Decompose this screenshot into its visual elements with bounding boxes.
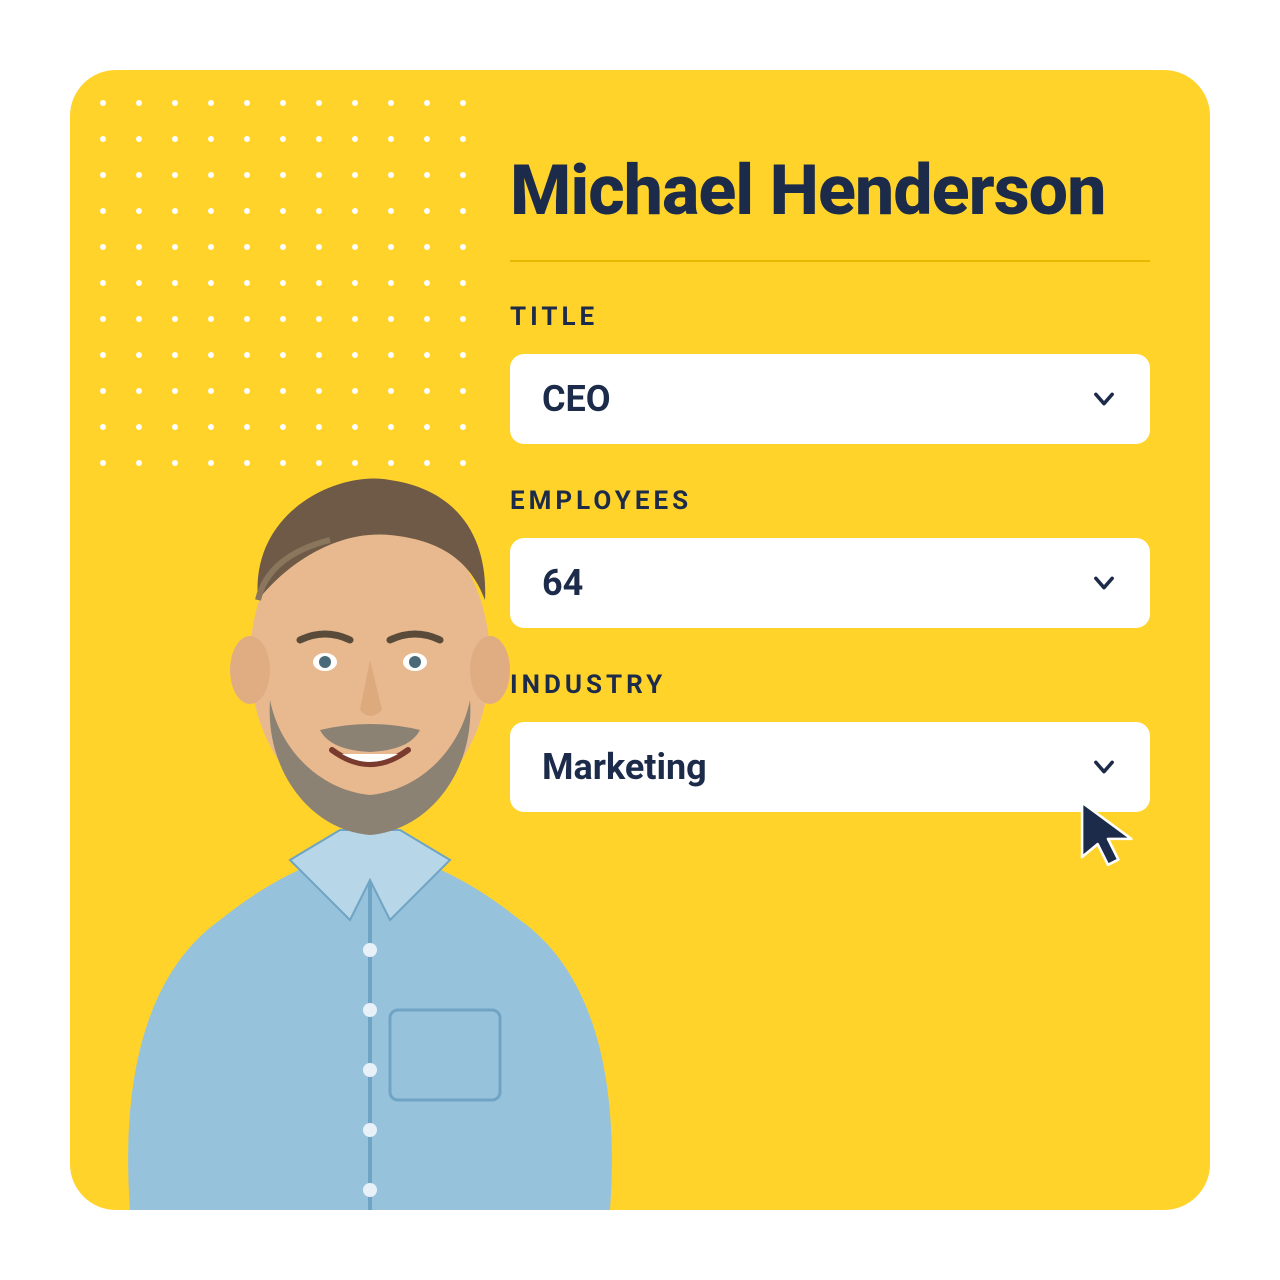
field-industry: INDUSTRY Marketing [510, 670, 1150, 812]
industry-select[interactable]: Marketing [510, 722, 1150, 812]
title-select[interactable]: CEO [510, 354, 1150, 444]
profile-name: Michael Henderson [510, 150, 1150, 232]
dot-grid-decoration [100, 100, 466, 466]
chevron-down-icon [1090, 753, 1118, 781]
field-label-industry: INDUSTRY [510, 670, 1150, 700]
profile-form: Michael Henderson TITLE CEO EMPLOYEES 64… [510, 150, 1150, 854]
title-value: CEO [542, 378, 611, 420]
profile-card: Michael Henderson TITLE CEO EMPLOYEES 64… [70, 70, 1210, 1210]
employees-value: 64 [542, 562, 583, 604]
field-label-title: TITLE [510, 302, 1150, 332]
field-employees: EMPLOYEES 64 [510, 486, 1150, 628]
divider [510, 260, 1150, 262]
industry-value: Marketing [542, 746, 707, 788]
chevron-down-icon [1090, 385, 1118, 413]
chevron-down-icon [1090, 569, 1118, 597]
cursor-icon [1076, 800, 1140, 870]
employees-select[interactable]: 64 [510, 538, 1150, 628]
field-title: TITLE CEO [510, 302, 1150, 444]
field-label-employees: EMPLOYEES [510, 486, 1150, 516]
